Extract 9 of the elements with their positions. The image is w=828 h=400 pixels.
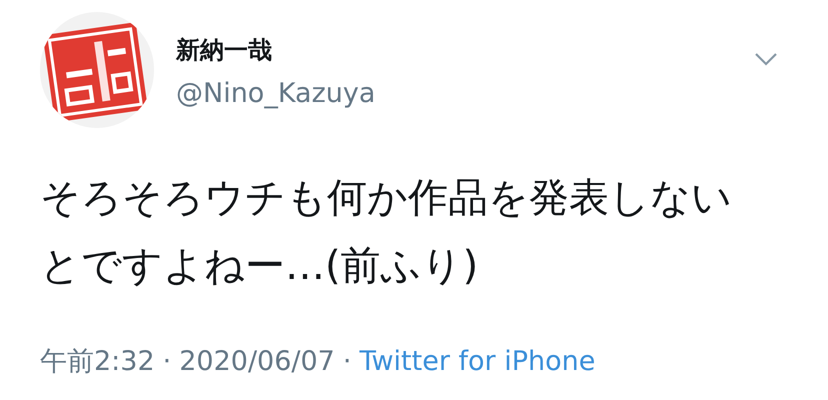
display-name[interactable]: 新納一哉 [176, 32, 376, 68]
source-link[interactable]: Twitter for iPhone [359, 344, 596, 380]
tweet-time: 午前2:32 [40, 345, 155, 379]
username[interactable]: @Nino_Kazuya [176, 72, 376, 116]
tweet-text: そろそろウチも何か作品を発表しないとですよねー…(前ふり) [40, 174, 733, 291]
separator: · [342, 345, 352, 379]
separator: · [162, 345, 172, 379]
tweet-date: 2020/06/07 [179, 345, 335, 379]
chevron-down-icon[interactable] [754, 52, 778, 66]
